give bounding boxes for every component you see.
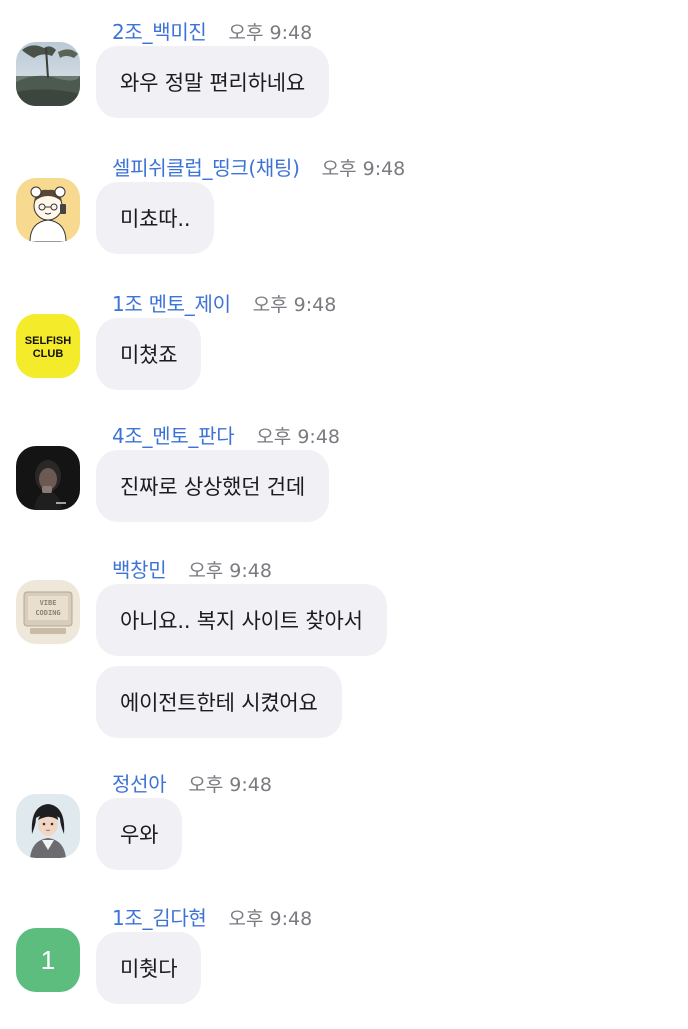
- logo-text-bottom: CLUB: [33, 348, 64, 360]
- logo-text-top: SELFISH: [25, 335, 72, 347]
- logo-text-bottom: CODING: [35, 609, 60, 617]
- message-bubble[interactable]: 미쵸따..: [96, 182, 215, 254]
- sender-name[interactable]: 셀피쉬클럽_띵크(채팅): [112, 152, 300, 181]
- logo-text-top: VIBE: [40, 599, 57, 607]
- sender-name[interactable]: 정선아: [112, 768, 167, 797]
- sender-name[interactable]: 4조_멘토_판다: [112, 420, 235, 449]
- dark-portrait-photo-icon: [16, 446, 80, 510]
- message-bubble[interactable]: 와우 정말 편리하네요: [96, 46, 330, 118]
- message-time: 오후 9:48: [228, 22, 313, 44]
- avatar-initial: 1: [40, 944, 56, 975]
- message-bubble[interactable]: 진짜로 상상했던 건데: [96, 450, 330, 522]
- message-bubble[interactable]: 미쳤죠: [96, 318, 202, 390]
- message-header: 1조 멘토_제이 오후 9:48: [112, 288, 336, 318]
- message-bubble[interactable]: 에이전트한테 시켰어요: [96, 666, 342, 738]
- message-header: 2조_백미진 오후 9:48: [112, 16, 312, 46]
- sender-name[interactable]: 백창민: [112, 554, 167, 583]
- chat-message-list: 2조_백미진 오후 9:48 와우 정말 편리하네요 셀피쉬클럽_띵크(채팅) …: [0, 0, 688, 1029]
- message-time: 오후 9:48: [228, 908, 313, 930]
- illustrated-portrait-icon: [16, 794, 80, 858]
- message-header: 백창민 오후 9:48: [112, 554, 272, 584]
- message-bubble[interactable]: 아니요.. 복지 사이트 찾아서: [96, 584, 387, 656]
- message-time: 오후 9:48: [321, 158, 406, 180]
- message-header: 셀피쉬클럽_띵크(채팅) 오후 9:48: [112, 152, 405, 182]
- sender-name[interactable]: 1조 멘토_제이: [112, 288, 231, 317]
- message-time: 오후 9:48: [188, 774, 272, 796]
- message-time: 오후 9:48: [188, 560, 272, 582]
- avatar[interactable]: VIBE CODING: [16, 580, 80, 644]
- avatar[interactable]: [16, 178, 80, 242]
- message-header: 정선아 오후 9:48: [112, 768, 272, 798]
- avatar[interactable]: 1: [16, 928, 80, 992]
- avatar[interactable]: SELFISH CLUB: [16, 314, 80, 378]
- avatar[interactable]: [16, 794, 80, 858]
- message-time: 오후 9:48: [252, 294, 337, 316]
- message-header: 4조_멘토_판다 오후 9:48: [112, 420, 340, 450]
- selfish-club-logo-icon: SELFISH CLUB: [16, 314, 80, 378]
- message-bubble[interactable]: 미췃다: [96, 932, 202, 1004]
- avatar[interactable]: [16, 446, 80, 510]
- avatar[interactable]: [16, 42, 80, 106]
- sender-name[interactable]: 2조_백미진: [112, 16, 207, 45]
- message-header: 1조_김다현 오후 9:48: [112, 902, 312, 932]
- message-time: 오후 9:48: [256, 426, 340, 448]
- message-bubble[interactable]: 우와: [96, 798, 183, 870]
- sender-name[interactable]: 1조_김다현: [112, 902, 207, 931]
- cartoon-character-icon: [16, 178, 80, 242]
- vibe-coding-logo-icon: VIBE CODING: [16, 580, 80, 644]
- landscape-photo-icon: [16, 42, 80, 106]
